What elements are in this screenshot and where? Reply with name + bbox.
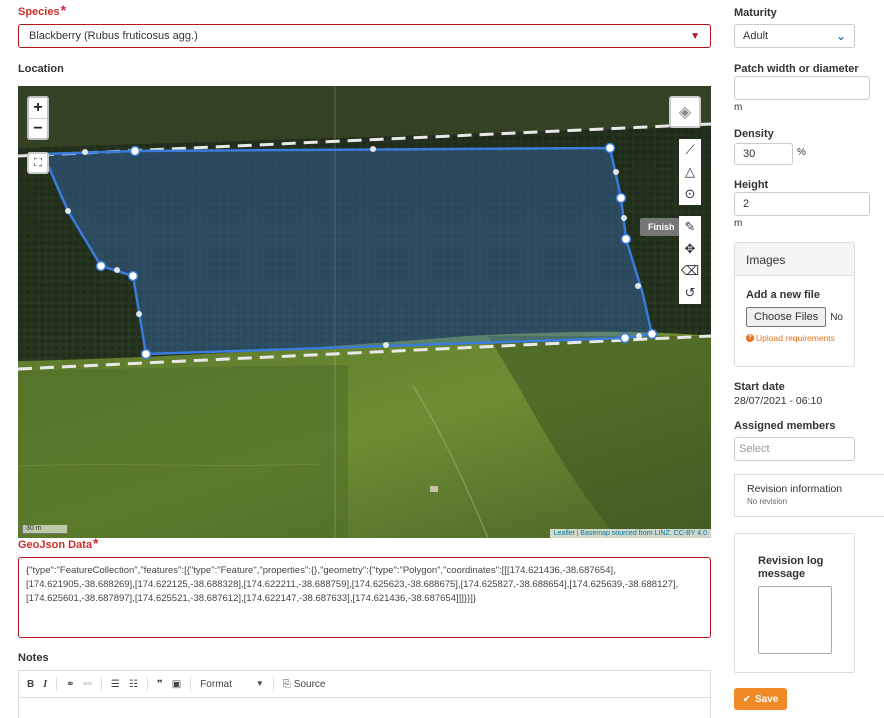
revision-log-textarea[interactable] [758, 586, 832, 654]
circle-icon: ⊙ [684, 186, 696, 201]
layers-button[interactable]: ◈ [669, 96, 701, 128]
link-icon[interactable]: ⚭ [66, 679, 74, 690]
height-input[interactable]: 2 [734, 192, 870, 216]
unlink-icon[interactable]: ⚯ [84, 679, 92, 690]
upload-requirements-link[interactable]: ? Upload requirements [746, 333, 843, 343]
map-scale: 30 m [22, 525, 68, 534]
height-label: Height [734, 179, 769, 191]
toolbar-divider [146, 677, 148, 691]
question-circle-icon: ? [746, 334, 754, 342]
notes-editor-body[interactable] [18, 698, 711, 718]
upload-requirements-label: Upload requirements [756, 333, 835, 343]
caret-down-icon: ▼ [690, 30, 700, 42]
italic-button[interactable]: I [43, 679, 47, 690]
caret-down-icon: ▼ [255, 678, 264, 688]
geojson-label: GeoJson Data* [18, 535, 99, 551]
revision-log-label: Revision log message [758, 555, 824, 580]
no-file-text: No file chosen [830, 311, 846, 323]
check-icon: ✔ [742, 693, 752, 705]
eraser-icon: ⌫ [680, 263, 700, 278]
toolbar-divider [190, 677, 192, 691]
drag-button[interactable]: ✥ [679, 238, 701, 260]
species-select-value: Blackberry (Rubus fruticosus agg.) [29, 30, 198, 42]
image-icon[interactable]: ▣ [172, 679, 181, 690]
source-label: Source [293, 678, 326, 690]
erase-button[interactable]: ⌫ [679, 260, 701, 282]
format-label: Format [200, 678, 232, 690]
polyline-icon: ⟋ [685, 142, 695, 157]
maturity-select[interactable]: Adult ⌄ [734, 24, 855, 48]
toolbar-divider [56, 677, 58, 691]
source-icon: ⎘ [282, 678, 291, 690]
bullet-list-icon[interactable]: ☰ [111, 679, 120, 690]
density-label: Density [734, 128, 774, 140]
toolbar-divider [272, 677, 274, 691]
start-date-value: 28/07/2021 - 06:10 [734, 395, 823, 407]
density-input[interactable]: 30 [734, 143, 793, 165]
location-label: Location [18, 63, 64, 75]
source-button[interactable]: ⎘ Source [283, 679, 326, 690]
images-title: Images [735, 243, 854, 276]
location-map[interactable]: + − ⛶ ◈ ⟋ △ ⊙ Finish ✎ ✥ ⌫ ↺ 30 m Leafle… [18, 86, 711, 538]
patch-input[interactable] [734, 76, 870, 100]
polygon-icon: △ [685, 164, 695, 179]
required-asterisk: * [60, 2, 67, 18]
fullscreen-icon: ⛶ [34, 156, 42, 169]
assigned-members-label: Assigned members [734, 420, 836, 432]
chevron-down-icon: ⌄ [835, 29, 846, 43]
geojson-textarea[interactable]: {"type":"FeatureCollection","features":[… [18, 557, 711, 638]
species-label: Species* [18, 2, 67, 18]
patch-label: Patch width or diameter [734, 63, 859, 75]
edit-vertices-button[interactable]: ✎ [679, 216, 701, 238]
revision-info-tab[interactable]: Revision information No revision [734, 474, 884, 517]
zoom-out-button[interactable]: − [29, 118, 47, 138]
rotate-icon: ↺ [684, 285, 696, 300]
draw-circle-button[interactable]: ⊙ [679, 183, 701, 205]
move-icon: ✥ [684, 241, 696, 256]
draw-polyline-button[interactable]: ⟋ [679, 139, 701, 161]
assigned-members-select[interactable]: Select [734, 437, 855, 461]
fullscreen-button[interactable]: ⛶ [27, 152, 49, 174]
layers-icon: ◈ [678, 104, 692, 121]
patch-unit: m [734, 102, 743, 113]
choose-files-button[interactable]: Choose Files [746, 307, 827, 327]
finish-button[interactable]: Finish [640, 218, 683, 236]
assigned-members-placeholder: Select [739, 443, 770, 455]
add-file-label: Add a new file [746, 289, 820, 301]
edit-icon: ✎ [684, 219, 696, 234]
species-select[interactable]: Blackberry (Rubus fruticosus agg.) ▼ [18, 24, 711, 48]
format-dropdown[interactable]: Format ▼ [200, 679, 264, 690]
images-panel: Images Add a new file Choose Files No fi… [734, 242, 855, 367]
save-button[interactable]: ✔ Save [734, 688, 787, 710]
required-asterisk: * [92, 535, 99, 551]
revision-info-value: No revision [747, 497, 788, 506]
zoom-in-button[interactable]: + [29, 98, 47, 118]
maturity-select-value: Adult [743, 30, 769, 42]
toolbar-divider [100, 677, 102, 691]
revision-info-title: Revision information [747, 483, 843, 495]
density-unit: % [797, 147, 806, 158]
notes-editor-toolbar: B I ⚭ ⚯ ☰ ☷ ❞ ▣ Format ▼ ⎘ Source [18, 670, 711, 698]
blockquote-icon[interactable]: ❞ [157, 679, 163, 690]
start-date-label: Start date [734, 381, 785, 393]
map-attribution[interactable]: Leaflet | Basemap sourced from LINZ. CC-… [549, 529, 711, 538]
draw-polygon-button[interactable]: △ [679, 161, 701, 183]
maturity-label: Maturity [734, 7, 777, 19]
height-unit: m [734, 218, 743, 229]
zoom-control: + − [27, 96, 49, 140]
rotate-button[interactable]: ↺ [679, 282, 701, 304]
numbered-list-icon[interactable]: ☷ [129, 679, 138, 690]
satellite-basemap [18, 86, 711, 538]
save-label: Save [755, 693, 779, 705]
bold-button[interactable]: B [27, 679, 34, 690]
revision-log-panel: Revision log message [734, 533, 855, 673]
notes-label: Notes [18, 652, 49, 664]
